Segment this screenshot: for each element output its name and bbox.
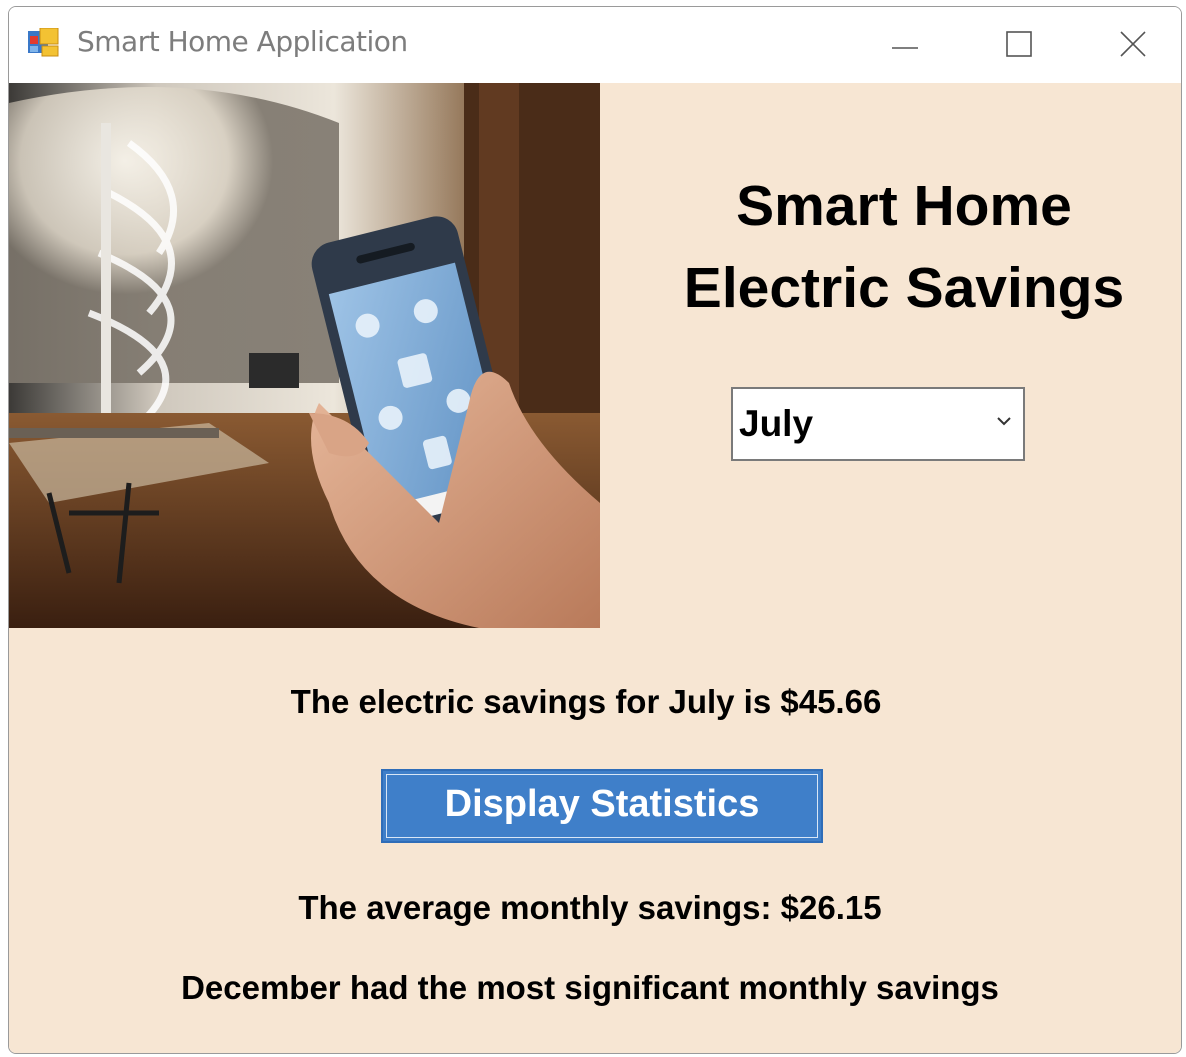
maximize-button[interactable] [989,21,1049,67]
minimize-icon [892,47,918,49]
heading-line-1: Smart Home [736,174,1072,238]
smart-home-photo [9,83,600,628]
month-dropdown[interactable]: July [731,387,1025,461]
form-client-area: Smart Home Electric Savings July The ele… [9,83,1181,1053]
max-savings-label: December had the most significant monthl… [181,969,999,1006]
heading-line-2: Electric Savings [683,256,1125,320]
app-window-icon [28,28,59,57]
window-title: Smart Home Application [77,25,408,58]
minimize-button[interactable] [875,21,935,67]
app-window: Smart Home Application Smart Home Electr… [8,6,1182,1054]
close-button[interactable] [1103,21,1163,67]
title-bar[interactable]: Smart Home Application [9,7,1181,83]
display-statistics-label: Display Statistics [444,783,760,825]
close-icon [1120,31,1146,57]
chevron-down-icon[interactable] [995,414,1013,428]
month-dropdown-value: July [739,403,814,444]
average-savings-label: The average monthly savings: $26.15 [298,889,882,926]
maximize-icon [1006,31,1032,57]
display-statistics-button[interactable]: Display Statistics [381,769,823,843]
monthly-savings-label: The electric savings for July is $45.66 [290,683,882,720]
app-heading: Smart Home Electric Savings [605,165,1181,329]
